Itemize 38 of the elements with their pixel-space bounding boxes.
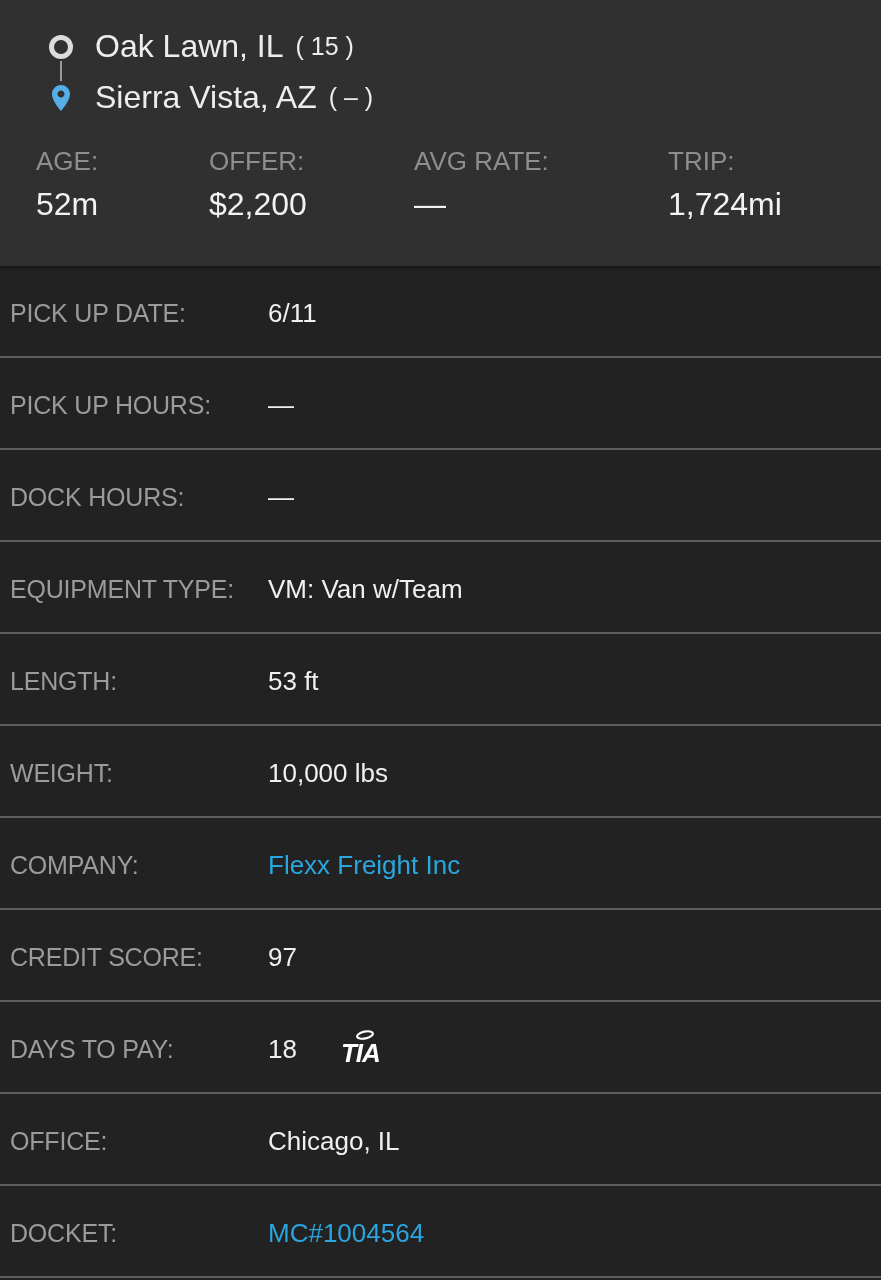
detail-value: 6/11 [268,297,317,329]
detail-label: CREDIT SCORE: [10,942,204,972]
detail-value: Chicago, IL [268,1125,400,1157]
location-pin-icon [51,84,71,112]
detail-value: 97 [268,941,297,973]
detail-label: DAYS TO PAY: [10,1034,175,1064]
destination-count: ( – ) [328,83,374,112]
stat-value: $2,200 [209,185,307,224]
detail-value: 10,000 lbs [268,757,388,789]
stat-value: 1,724mi [668,185,782,224]
detail-label: WEIGHT: [10,758,114,788]
stat-label: AGE: [36,145,99,177]
detail-value: — [268,481,294,513]
detail-link[interactable]: Flexx Freight Inc [268,849,461,881]
detail-label: LENGTH: [10,666,118,696]
detail-label: OFFICE: [10,1126,109,1156]
detail-label: EQUIPMENT TYPE: [10,574,235,604]
tia-logo: TIA [340,1029,380,1069]
stat-value: — [414,185,446,224]
detail-label: DOCK HOURS: [10,482,186,512]
detail-link[interactable]: MC#1004564 [268,1217,425,1249]
detail-label: COMPANY: [10,850,140,880]
destination-city: Sierra Vista, AZ [95,79,317,116]
detail-value: 18 [268,1033,297,1065]
detail-value: 53 ft [268,665,319,697]
detail-value: — [268,389,294,421]
stat-label: OFFER: [209,145,305,177]
route-connector-line [60,61,62,81]
origin-city: Oak Lawn, IL [95,28,284,65]
stat-value: 52m [36,185,99,224]
detail-value: VM: Van w/Team [268,573,463,605]
stat-label: AVG RATE: [414,145,549,177]
origin-count: ( 15 ) [295,32,354,61]
detail-label: PICK UP HOURS: [10,390,212,420]
stat-label: TRIP: [668,145,735,177]
origin-ring-icon [48,34,74,60]
detail-label: PICK UP DATE: [10,298,187,328]
detail-label: DOCKET: [10,1218,118,1248]
